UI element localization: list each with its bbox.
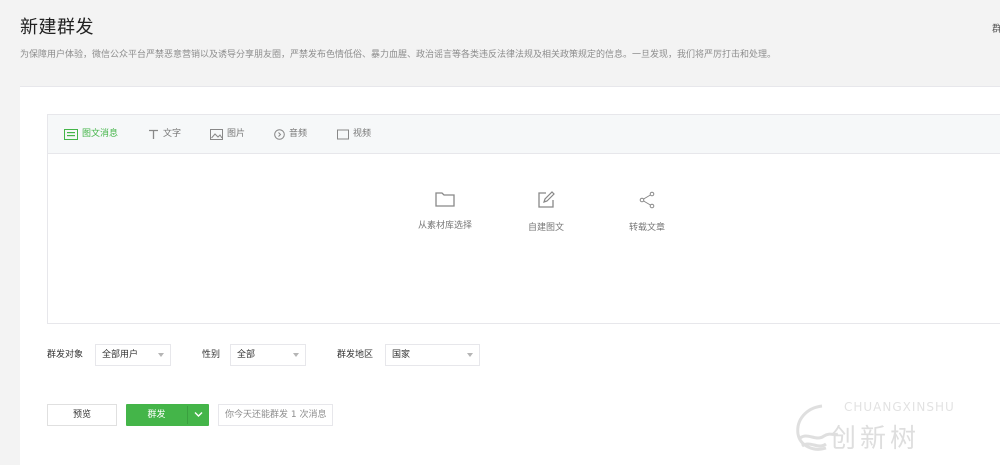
repost-article-label: 转载文章 [628,223,665,233]
tab-video[interactable]: 视频 [337,115,371,154]
tab-news-label: 图文消息 [82,129,119,139]
folder-icon [405,191,485,207]
send-quota-hint: 你今天还能群发 1 次消息 [218,404,334,426]
image-icon [210,129,223,140]
region-label: 群发地区 [337,350,374,360]
repost-article-button[interactable]: 转载文章 [607,191,687,234]
tab-audio-label: 音频 [289,129,308,139]
send-button-label: 群发 [147,410,166,420]
chevron-down-icon [467,353,473,357]
preview-button[interactable]: 预览 [47,404,117,426]
target-label: 群发对象 [47,350,84,360]
target-select[interactable]: 全部用户 [95,344,171,366]
chevron-down-icon [293,353,299,357]
choose-from-library-label: 从素材库选择 [417,221,472,231]
watermark-logo: CHUANGXINSHU 创新树 [792,398,992,458]
message-type-tabs: 图文消息 文字 图片 音频 视频 [48,115,1000,154]
news-icon [64,129,78,140]
watermark-text-en: CHUANGXINSHU [844,400,955,414]
watermark-text-cn: 创新树 [830,424,921,454]
gender-select[interactable]: 全部 [230,344,306,366]
tab-image-label: 图片 [227,129,246,139]
chevron-down-icon [194,412,203,417]
choose-from-library-button[interactable]: 从素材库选择 [405,191,485,232]
chevron-down-icon [158,353,164,357]
tab-audio[interactable]: 音频 [274,115,307,154]
create-article-label: 自建图文 [527,223,564,233]
text-icon [148,129,159,140]
edit-icon [506,191,586,209]
send-button[interactable]: 群发 [126,404,209,426]
tab-text-label: 文字 [163,129,182,139]
tab-text[interactable]: 文字 [148,115,181,154]
audio-icon [274,129,285,140]
tab-image[interactable]: 图片 [210,115,245,154]
page-title: 新建群发 [20,17,94,38]
region-select[interactable]: 国家 [385,344,480,366]
region-select-value: 国家 [392,350,411,360]
share-icon [607,191,687,209]
tab-news[interactable]: 图文消息 [64,115,118,154]
policy-notice: 为保障用户体验，微信公众平台严禁恶意营销以及诱导分享朋友圈，严禁发布色情低俗、暴… [20,50,777,60]
gender-label: 性别 [202,350,221,360]
top-right-mark: 群 [992,24,1000,35]
message-editor: 图文消息 文字 图片 音频 视频 从素材库选择 自建图文 转载文章 [47,114,1000,324]
send-options-toggle[interactable] [188,404,209,426]
target-select-value: 全部用户 [102,350,139,360]
video-icon [337,129,349,140]
tab-video-label: 视频 [353,129,372,139]
gender-select-value: 全部 [237,350,256,360]
create-article-button[interactable]: 自建图文 [506,191,586,234]
